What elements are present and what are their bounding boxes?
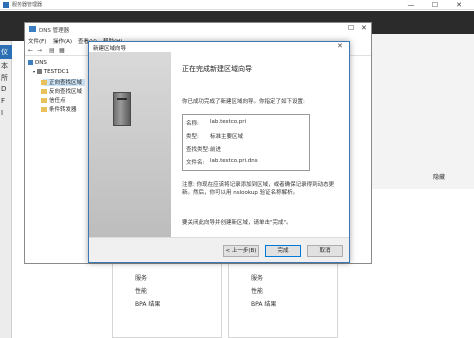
tree-item-trust-points[interactable]: 信任点 — [41, 96, 66, 104]
server-manager-titlebar: 服务器管理器 — ☐ ✕ — [0, 0, 474, 10]
wizard-finish-instruction: 要关闭此向导并创建新区域，请单击"完成"。 — [182, 220, 292, 226]
server-manager-side-panel — [372, 34, 474, 189]
folder-icon — [41, 107, 47, 112]
tree-item-label: 反向查找区域 — [49, 89, 83, 95]
tree-item-label: 条件转发器 — [49, 107, 77, 113]
folder-icon — [41, 98, 47, 103]
hide-link[interactable]: 隐藏 — [433, 172, 445, 181]
wizard-summary-box[interactable]: 名称: lab.testco.pri 类型: 标准主要区域 查找类型: 前进 文… — [182, 114, 310, 171]
minimize-icon[interactable]: — — [400, 0, 422, 10]
tree-server-label: TESTDC1 — [43, 69, 70, 75]
maximize-icon[interactable]: ☐ — [424, 0, 446, 10]
nav-item-local[interactable]: 本 — [1, 61, 8, 71]
nav-item-d[interactable]: D — [1, 85, 6, 93]
summary-value: 前进 — [210, 147, 222, 153]
wizard-button-bar: < 上一步(B) 完成 取消 — [89, 237, 349, 262]
tile-performance[interactable]: 性能 — [135, 286, 147, 295]
tree-item-conditional-forwarders[interactable]: 条件转发器 — [41, 105, 77, 113]
tile-services[interactable]: 服务 — [135, 273, 147, 282]
tree-item-forward-zones[interactable]: 正向查找区域 — [41, 78, 82, 86]
finish-button[interactable]: 完成 — [265, 245, 301, 257]
folder-icon — [41, 80, 47, 85]
server-tower-icon — [113, 92, 131, 126]
nav-item-dashboard[interactable]: 仪 — [1, 47, 8, 57]
menu-file[interactable]: 文件(F) — [28, 37, 46, 45]
tree-root-label: DNS — [35, 60, 47, 66]
close-icon[interactable]: ✕ — [337, 42, 343, 50]
role-tile: 服务 性能 BPA 结果 — [228, 258, 338, 338]
tile-services[interactable]: 服务 — [251, 273, 263, 282]
wizard-side-graphic — [89, 52, 171, 237]
summary-value: lab.testco.pri — [210, 119, 247, 125]
server-icon — [36, 69, 42, 74]
dns-tree-pane: DNS ▾ TESTDC1 正向查找区域 反向查找区域 信任点 条件转发器 — [25, 57, 89, 263]
close-icon[interactable]: ✕ — [361, 24, 367, 32]
tree-item-label: 信任点 — [49, 98, 66, 104]
cancel-button[interactable]: 取消 — [307, 245, 343, 257]
folder-icon[interactable]: ▤ — [49, 47, 55, 54]
new-zone-wizard-dialog: 新建区域向导 ✕ 正在完成新建区域向导 你已成功完成了新建区域向导。你指定了如下… — [88, 41, 350, 263]
tree-item-label: 正向查找区域 — [49, 80, 83, 86]
close-icon[interactable]: ✕ — [448, 0, 470, 10]
server-drive-bay — [117, 98, 127, 100]
wizard-note-text: 注意: 你现在应该将记录添加到区域，或者确保记录得到动态更新。然后，你可以用 n… — [182, 182, 335, 196]
summary-value: 标准主要区域 — [210, 134, 244, 140]
tile-bpa[interactable]: BPA 结果 — [251, 299, 276, 308]
server-manager-title: 服务器管理器 — [12, 2, 43, 8]
wizard-titlebar: 新建区域向导 ✕ — [89, 42, 349, 52]
tile-bpa[interactable]: BPA 结果 — [135, 299, 160, 308]
tree-server[interactable]: ▾ TESTDC1 — [33, 69, 69, 75]
server-manager-app-icon — [3, 2, 9, 8]
nav-item-i[interactable]: I — [1, 109, 3, 117]
summary-value: lab.testco.pri.dns — [210, 158, 258, 164]
wizard-heading: 正在完成新建区域向导 — [182, 65, 252, 73]
summary-label: 名称: — [186, 121, 199, 127]
nav-item-f[interactable]: F — [1, 97, 5, 105]
dns-icon — [28, 60, 33, 65]
maximize-icon[interactable]: ☐ — [348, 24, 354, 32]
tile-performance[interactable]: 性能 — [251, 286, 263, 295]
back-button[interactable]: < 上一步(B) — [223, 245, 259, 257]
menu-action[interactable]: 操作(A) — [53, 37, 72, 45]
wizard-title: 新建区域向导 — [93, 46, 127, 52]
forward-icon[interactable]: → — [37, 47, 42, 54]
summary-label: 类型: — [186, 134, 199, 140]
expand-icon[interactable]: ▾ — [33, 69, 35, 74]
dns-titlebar: DNS 管理器 ☐ ✕ — [25, 23, 371, 35]
wizard-intro-text: 你已成功完成了新建区域向导。你指定了如下设置: — [182, 99, 305, 105]
back-icon[interactable]: ← — [28, 47, 33, 54]
tree-root[interactable]: DNS — [28, 60, 47, 66]
nav-item-all[interactable]: 所 — [1, 73, 8, 83]
properties-icon[interactable]: ▦ — [59, 47, 65, 54]
folder-icon — [41, 89, 47, 94]
dns-title: DNS 管理器 — [39, 28, 70, 34]
role-tile: 服务 性能 BPA 结果 — [112, 258, 222, 338]
summary-label: 查找类型: — [186, 147, 210, 153]
dns-icon — [29, 26, 36, 32]
tree-item-reverse-zones[interactable]: 反向查找区域 — [41, 87, 82, 95]
summary-label: 文件名: — [186, 160, 205, 166]
